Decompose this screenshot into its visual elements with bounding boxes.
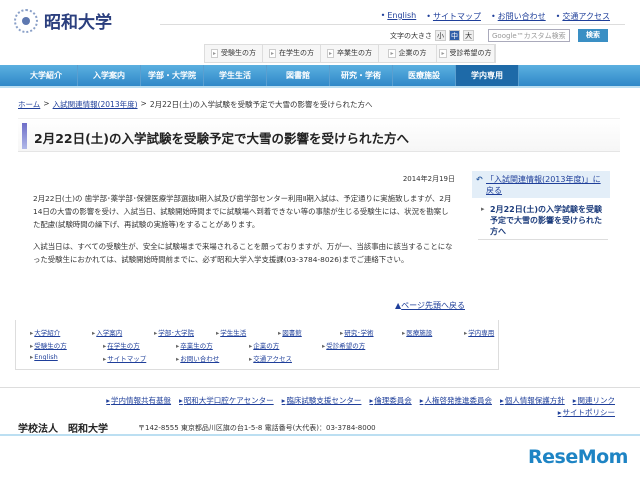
search-input[interactable]: Google™カスタム検索 — [488, 29, 570, 42]
title-accent-bar — [22, 123, 27, 149]
audience-tab-applicants[interactable]: 受験生の方 — [205, 45, 263, 62]
footer-nav-link[interactable]: 大学紹介 — [30, 327, 92, 340]
footer-nav-link[interactable]: 交通アクセス — [249, 353, 322, 366]
logo[interactable]: 昭和大学 — [14, 8, 112, 33]
footer-link[interactable]: 関連リンク — [573, 396, 615, 405]
footer-nav-link[interactable]: 企業の方 — [249, 340, 322, 353]
paragraph: 2月22日(土)の 歯学部･薬学部･保健医療学部選抜Ⅱ期入試及び歯学部センター利… — [33, 194, 452, 229]
post-date: 2014年2月19日 — [402, 175, 455, 183]
font-medium-button[interactable]: 中 — [449, 30, 460, 41]
footer-link[interactable]: 昭和大学口腔ケアセンター — [179, 396, 274, 405]
contact-link[interactable]: お問い合わせ — [498, 12, 546, 21]
audience-tab-students[interactable]: 在学生の方 — [263, 45, 321, 62]
page-title: 2月22日(土)の入学試験を受験予定で大雪の影響を受けられた方へ — [34, 131, 410, 146]
font-size-label: 文字の大きさ — [390, 31, 432, 40]
sidebar-back-link[interactable]: 「入試関連情報(2013年度)」に戻る — [486, 175, 601, 195]
font-small-button[interactable]: 小 — [435, 30, 446, 41]
nav-faculties[interactable]: 学部・大学院 — [141, 65, 204, 86]
footer-nav-link[interactable]: 図書館 — [278, 327, 340, 340]
footer-nav-link[interactable]: 入学案内 — [92, 327, 154, 340]
nav-student-life[interactable]: 学生生活 — [204, 65, 267, 86]
access-link[interactable]: 交通アクセス — [562, 12, 610, 21]
footer-nav-link[interactable]: 受診希望の方 — [322, 340, 395, 353]
divider — [0, 434, 640, 436]
audience-tab-patients[interactable]: 受診希望の方 — [437, 45, 495, 62]
footer-link[interactable]: 個人情報保護方針 — [500, 396, 565, 405]
footer-nav-link[interactable]: 卒業生の方 — [176, 340, 249, 353]
sidebar-back-box: ↶ 「入試関連情報(2013年度)」に戻る — [472, 171, 610, 198]
footer-nav-link[interactable]: English — [30, 353, 103, 366]
divider — [160, 24, 625, 25]
nav-admissions[interactable]: 入学案内 — [78, 65, 141, 86]
footer-nav-link[interactable]: お問い合わせ — [176, 353, 249, 366]
footer-nav-link[interactable]: 学内専用 — [464, 327, 498, 340]
footer-nav-link[interactable]: 研究･学術 — [340, 327, 402, 340]
paragraph: 入試当日は、すべての受験生が、安全に試験場まで来場されることを願っておりますが、… — [33, 242, 453, 264]
corporation-name: 学校法人 昭和大学 — [18, 424, 108, 435]
main-nav: 大学紹介 入学案内 学部・大学院 学生生活 図書館 研究・学術 医療施設 学内専… — [0, 65, 640, 88]
footer-link[interactable]: 学内情報共有基盤 — [106, 396, 171, 405]
footer-nav-link[interactable]: 受験生の方 — [30, 340, 103, 353]
breadcrumb: ホーム > 入試関連情報(2013年度) > 2月22日(土)の入学試験を受験予定で… — [18, 99, 373, 110]
search-button[interactable]: 検索 — [578, 29, 608, 42]
footer-nav-link[interactable]: 学部･大学院 — [154, 327, 216, 340]
english-link[interactable]: English — [387, 11, 416, 20]
top-links: • English • サイトマップ • お問い合わせ • 交通アクセス — [380, 11, 610, 21]
page-top-link[interactable]: ▲ページ先頭へ戻る — [395, 300, 465, 311]
breadcrumb-sep: > — [43, 99, 50, 108]
audience-tabs: 受験生の方 在学生の方 卒業生の方 企業の方 受診希望の方 — [204, 44, 496, 63]
breadcrumb-exam-info[interactable]: 入試関連情報(2013年度) — [53, 99, 138, 110]
nav-about[interactable]: 大学紹介 — [15, 65, 78, 86]
logo-text: 昭和大学 — [44, 13, 112, 33]
footer-links: 学内情報共有基盤昭和大学口腔ケアセンター臨床試験支援センター倫理委員会人権啓発推… — [35, 395, 615, 419]
footer-nav-link[interactable]: 医療施設 — [402, 327, 464, 340]
resemom-watermark: ReseMom — [528, 446, 628, 468]
footer-link[interactable]: 人権啓発推進委員会 — [420, 396, 492, 405]
footer-link[interactable]: サイトポリシー — [558, 408, 615, 417]
breadcrumb-current: 2月22日(土)の入学試験を受験予定で大雪の影響を受けられた方へ — [149, 100, 373, 109]
return-arrow-icon: ↶ — [476, 175, 483, 184]
page-top-text[interactable]: ページ先頭へ戻る — [401, 301, 465, 310]
nav-library[interactable]: 図書館 — [267, 65, 330, 86]
font-size-control: 文字の大きさ 小 中 大 — [390, 30, 474, 41]
address: 〒142-8555 東京都品川区旗の台1-5-8 電話番号(大代表)：03-37… — [138, 424, 376, 432]
footer-link[interactable]: 倫理委員会 — [369, 396, 411, 405]
footer-link[interactable]: 臨床試験支援センター — [282, 396, 362, 405]
audience-tab-companies[interactable]: 企業の方 — [379, 45, 437, 62]
breadcrumb-sep: > — [140, 99, 147, 108]
font-large-button[interactable]: 大 — [463, 30, 474, 41]
footer-nav-link[interactable]: サイトマップ — [103, 353, 176, 366]
audience-tab-alumni[interactable]: 卒業生の方 — [321, 45, 379, 62]
sidebar-current-item[interactable]: 2月22日(土)の入学試験を受験予定で大雪の影響を受けられた方へ — [478, 204, 608, 240]
logo-emblem-icon — [14, 8, 38, 33]
footer-nav-link[interactable]: 学生生活 — [216, 327, 278, 340]
footer-nav: 大学紹介入学案内学部･大学院学生生活図書館研究･学術医療施設学内専用 受験生の方… — [15, 320, 499, 370]
divider — [0, 387, 640, 388]
footer-nav-link[interactable]: 在学生の方 — [103, 340, 176, 353]
nav-medical[interactable]: 医療施設 — [393, 65, 456, 86]
sitemap-link[interactable]: サイトマップ — [433, 12, 481, 21]
page-title-box: 2月22日(土)の入学試験を受験予定で大雪の影響を受けられた方へ — [18, 118, 620, 152]
breadcrumb-home[interactable]: ホーム — [18, 99, 40, 110]
nav-research[interactable]: 研究・学術 — [330, 65, 393, 86]
nav-internal[interactable]: 学内専用 — [456, 65, 519, 86]
